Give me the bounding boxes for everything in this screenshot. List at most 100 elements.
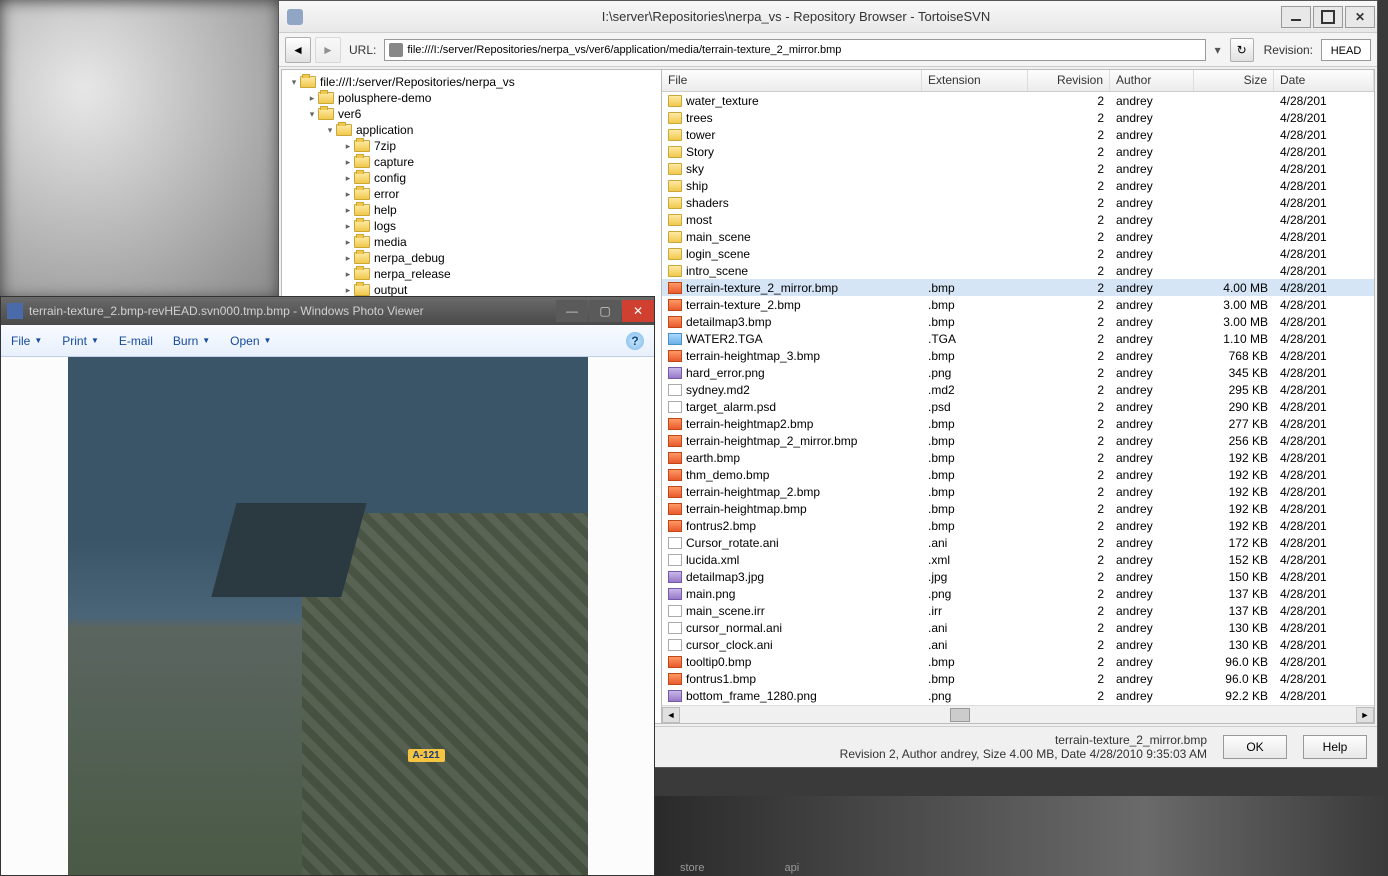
tree-expander-icon[interactable]: ▸ xyxy=(342,221,354,232)
revision-input[interactable]: HEAD xyxy=(1321,39,1371,61)
file-row[interactable]: fontrus1.bmp.bmp2andrey96.0 KB4/28/201 xyxy=(662,670,1374,687)
file-row[interactable]: terrain-heightmap2.bmp.bmp2andrey277 KB4… xyxy=(662,415,1374,432)
file-row[interactable]: tooltip0.bmp.bmp2andrey96.0 KB4/28/201 xyxy=(662,653,1374,670)
file-row[interactable]: cursor_normal.ani.ani2andrey130 KB4/28/2… xyxy=(662,619,1374,636)
file-row[interactable]: sky2andrey4/28/201 xyxy=(662,160,1374,177)
tree-expander-icon[interactable]: ▾ xyxy=(324,125,336,136)
file-row[interactable]: terrain-texture_2.bmp.bmp2andrey3.00 MB4… xyxy=(662,296,1374,313)
column-extension[interactable]: Extension xyxy=(922,70,1028,91)
file-row[interactable]: terrain-heightmap.bmp.bmp2andrey192 KB4/… xyxy=(662,500,1374,517)
pv-menu-open[interactable]: Open▼ xyxy=(230,334,271,348)
scroll-thumb[interactable] xyxy=(950,708,970,722)
file-row[interactable]: sydney.md2.md22andrey295 KB4/28/201 xyxy=(662,381,1374,398)
pv-close-button[interactable]: ✕ xyxy=(622,300,654,322)
minimize-button[interactable] xyxy=(1281,6,1311,28)
tree-expander-icon[interactable]: ▾ xyxy=(306,109,318,120)
column-size[interactable]: Size xyxy=(1194,70,1274,91)
file-row[interactable]: login_scene2andrey4/28/201 xyxy=(662,245,1374,262)
file-row[interactable]: terrain-heightmap_3.bmp.bmp2andrey768 KB… xyxy=(662,347,1374,364)
ok-button[interactable]: OK xyxy=(1223,735,1287,759)
file-row[interactable]: shaders2andrey4/28/201 xyxy=(662,194,1374,211)
column-date[interactable]: Date xyxy=(1274,70,1374,91)
file-row[interactable]: fontrus2.bmp.bmp2andrey192 KB4/28/201 xyxy=(662,517,1374,534)
pv-menu-print[interactable]: Print▼ xyxy=(62,334,99,348)
tree-item[interactable]: ▸nerpa_debug xyxy=(284,250,659,266)
scroll-left-icon[interactable]: ◄ xyxy=(662,707,680,723)
file-row[interactable]: intro_scene2andrey4/28/201 xyxy=(662,262,1374,279)
file-row[interactable]: WATER2.TGA.TGA2andrey1.10 MB4/28/201 xyxy=(662,330,1374,347)
tree-item[interactable]: ▸error xyxy=(284,186,659,202)
taskbar-item[interactable]: store xyxy=(680,862,704,874)
tree-item[interactable]: ▾application xyxy=(284,122,659,138)
file-row[interactable]: cursor_clock.ani.ani2andrey130 KB4/28/20… xyxy=(662,636,1374,653)
pv-titlebar[interactable]: terrain-texture_2.bmp-revHEAD.svn000.tmp… xyxy=(1,297,654,325)
file-size: 96.0 KB xyxy=(1194,655,1274,669)
column-author[interactable]: Author xyxy=(1110,70,1194,91)
close-button[interactable] xyxy=(1345,6,1375,28)
file-row[interactable]: lucida.xml.xml2andrey152 KB4/28/201 xyxy=(662,551,1374,568)
file-row[interactable]: earth.bmp.bmp2andrey192 KB4/28/201 xyxy=(662,449,1374,466)
tree-item[interactable]: ▾file:///I:/server/Repositories/nerpa_vs xyxy=(284,74,659,90)
url-input[interactable]: file:///I:/server/Repositories/nerpa_vs/… xyxy=(384,39,1205,61)
file-row[interactable]: terrain-heightmap_2.bmp.bmp2andrey192 KB… xyxy=(662,483,1374,500)
help-button[interactable]: Help xyxy=(1303,735,1367,759)
file-row[interactable]: most2andrey4/28/201 xyxy=(662,211,1374,228)
tree-item[interactable]: ▸capture xyxy=(284,154,659,170)
pv-menu-file[interactable]: File▼ xyxy=(11,334,42,348)
tree-item[interactable]: ▸7zip xyxy=(284,138,659,154)
column-revision[interactable]: Revision xyxy=(1028,70,1110,91)
horizontal-scrollbar[interactable]: ◄ ► xyxy=(662,705,1374,723)
file-row[interactable]: terrain-texture_2_mirror.bmp.bmp2andrey4… xyxy=(662,279,1374,296)
back-button[interactable]: ◄ xyxy=(285,37,311,63)
file-row[interactable]: target_alarm.psd.psd2andrey290 KB4/28/20… xyxy=(662,398,1374,415)
tree-item[interactable]: ▸nerpa_release xyxy=(284,266,659,282)
pv-menu-burn[interactable]: Burn▼ xyxy=(173,334,210,348)
file-row[interactable]: Cursor_rotate.ani.ani2andrey172 KB4/28/2… xyxy=(662,534,1374,551)
tree-item[interactable]: ▸config xyxy=(284,170,659,186)
tree-item[interactable]: ▸help xyxy=(284,202,659,218)
tree-expander-icon[interactable]: ▸ xyxy=(342,237,354,248)
taskbar-item[interactable]: api xyxy=(784,862,799,874)
tree-expander-icon[interactable]: ▸ xyxy=(342,157,354,168)
tree-item[interactable]: ▾ver6 xyxy=(284,106,659,122)
file-row[interactable]: thm_demo.bmp.bmp2andrey192 KB4/28/201 xyxy=(662,466,1374,483)
file-row[interactable]: ship2andrey4/28/201 xyxy=(662,177,1374,194)
column-file[interactable]: File xyxy=(662,70,922,91)
file-row[interactable]: terrain-heightmap_2_mirror.bmp.bmp2andre… xyxy=(662,432,1374,449)
titlebar[interactable]: I:\server\Repositories\nerpa_vs - Reposi… xyxy=(279,1,1377,33)
file-row[interactable]: main_scene2andrey4/28/201 xyxy=(662,228,1374,245)
file-row[interactable]: trees2andrey4/28/201 xyxy=(662,109,1374,126)
scroll-right-icon[interactable]: ► xyxy=(1356,707,1374,723)
tree-expander-icon[interactable]: ▸ xyxy=(342,253,354,264)
tree-item[interactable]: ▸media xyxy=(284,234,659,250)
tree-item[interactable]: ▸polusphere-demo xyxy=(284,90,659,106)
file-row[interactable]: detailmap3.jpg.jpg2andrey150 KB4/28/201 xyxy=(662,568,1374,585)
pv-maximize-button[interactable]: ▢ xyxy=(589,300,621,322)
tree-expander-icon[interactable]: ▸ xyxy=(342,173,354,184)
pv-minimize-button[interactable]: — xyxy=(556,300,588,322)
url-dropdown[interactable]: ▾ xyxy=(1210,43,1226,57)
refresh-button[interactable]: ↻ xyxy=(1230,38,1254,62)
file-row[interactable]: main_scene.irr.irr2andrey137 KB4/28/201 xyxy=(662,602,1374,619)
file-row[interactable]: tower2andrey4/28/201 xyxy=(662,126,1374,143)
tree-expander-icon[interactable]: ▸ xyxy=(306,93,318,104)
pv-menu-email[interactable]: E-mail xyxy=(119,334,153,348)
maximize-button[interactable] xyxy=(1313,6,1343,28)
file-row[interactable]: main.png.png2andrey137 KB4/28/201 xyxy=(662,585,1374,602)
tree-item[interactable]: ▸logs xyxy=(284,218,659,234)
forward-button[interactable]: ► xyxy=(315,37,341,63)
pv-help-icon[interactable]: ? xyxy=(626,332,644,350)
file-row[interactable]: hard_error.png.png2andrey345 KB4/28/201 xyxy=(662,364,1374,381)
file-row[interactable]: Story2andrey4/28/201 xyxy=(662,143,1374,160)
tree-expander-icon[interactable]: ▾ xyxy=(288,77,300,88)
file-row[interactable]: water_texture2andrey4/28/201 xyxy=(662,92,1374,109)
tree-expander-icon[interactable]: ▸ xyxy=(342,189,354,200)
file-list[interactable]: water_texture2andrey4/28/201trees2andrey… xyxy=(662,92,1374,705)
tree-expander-icon[interactable]: ▸ xyxy=(342,141,354,152)
tree-expander-icon[interactable]: ▸ xyxy=(342,285,354,296)
tree-expander-icon[interactable]: ▸ xyxy=(342,269,354,280)
file-row[interactable]: bottom_frame_1280.png.png2andrey92.2 KB4… xyxy=(662,687,1374,704)
tree-expander-icon[interactable]: ▸ xyxy=(342,205,354,216)
file-row[interactable]: detailmap3.bmp.bmp2andrey3.00 MB4/28/201 xyxy=(662,313,1374,330)
file-rev: 2 xyxy=(1028,434,1110,448)
